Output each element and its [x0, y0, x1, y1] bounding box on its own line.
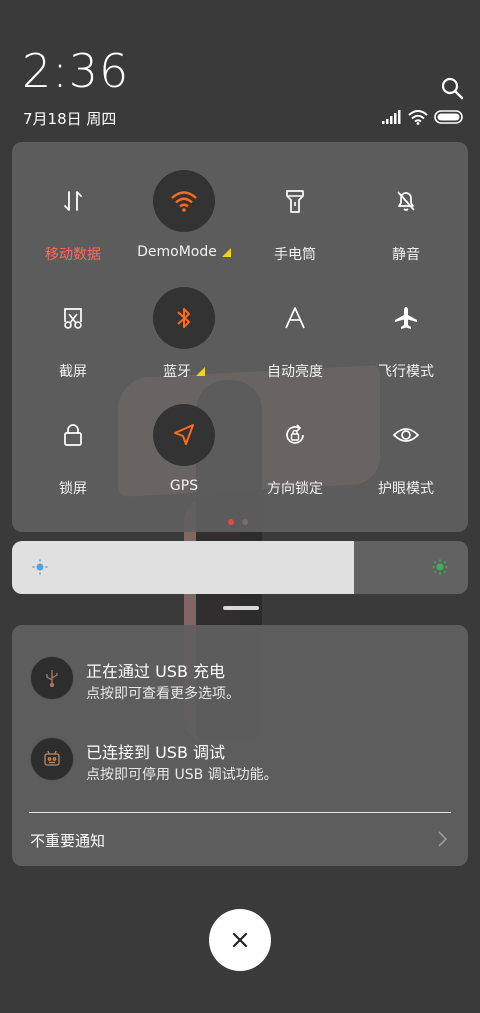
tile-label: 蓝牙 — [163, 364, 191, 380]
tile-label: 方向锁定 — [267, 481, 323, 497]
status-icons — [382, 108, 464, 126]
flashlight-icon — [264, 170, 326, 232]
lock-icon — [42, 404, 104, 466]
close-icon — [232, 932, 248, 948]
tile-wifi[interactable]: DemoMode — [128, 170, 240, 280]
auto-brightness-icon — [264, 287, 326, 349]
tile-label: 自动亮度 — [267, 364, 323, 380]
tile-label: 静音 — [392, 247, 420, 263]
notification-subtitle: 点按即可查看更多选项。 — [86, 686, 240, 702]
tile-label-row: 蓝牙 — [163, 361, 205, 381]
status-header: 2:36 7月18日 周四 — [0, 0, 480, 140]
chevron-right-icon[interactable] — [436, 829, 448, 853]
tile-lock-screen[interactable]: 锁屏 — [17, 404, 129, 514]
notification-title: 已连接到 USB 调试 — [86, 743, 226, 762]
date: 7月18日 周四 — [23, 110, 117, 128]
tile-label: 移动数据 — [45, 247, 101, 263]
airplane-icon — [375, 287, 437, 349]
notification-usb-debugging[interactable]: 已连接到 USB 调试 点按即可停用 USB 调试功能。 — [30, 737, 450, 787]
tile-flashlight[interactable]: 手电筒 — [239, 170, 351, 280]
search-icon[interactable] — [440, 76, 464, 100]
eye-icon — [375, 404, 437, 466]
location-arrow-icon — [153, 404, 215, 466]
page-indicator — [228, 519, 248, 525]
tile-label: 锁屏 — [59, 481, 87, 497]
rotation-lock-icon — [264, 404, 326, 466]
signal-icon — [382, 110, 401, 124]
quick-settings-panel: 移动数据 DemoMode 手电筒 静音 截屏 蓝牙 自动亮度 飞行模式 锁屏 … — [12, 142, 468, 532]
tile-label: 护眼模式 — [378, 481, 434, 497]
tile-auto-brightness[interactable]: 自动亮度 — [239, 287, 351, 397]
notification-subtitle: 点按即可停用 USB 调试功能。 — [86, 767, 278, 783]
tile-eye-comfort[interactable]: 护眼模式 — [350, 404, 462, 514]
tile-airplane[interactable]: 飞行模式 — [350, 287, 462, 397]
tile-bluetooth[interactable]: 蓝牙 — [128, 287, 240, 397]
tile-silent[interactable]: 静音 — [350, 170, 462, 280]
tile-label-row: DemoMode — [137, 244, 231, 260]
brightness-slider[interactable] — [12, 541, 468, 594]
tile-screenshot[interactable]: 截屏 — [17, 287, 129, 397]
clock: 2:36 — [22, 44, 130, 98]
page-dot[interactable] — [242, 519, 248, 525]
notification-panel: 正在通过 USB 充电 点按即可查看更多选项。 已连接到 USB 调试 点按即可… — [12, 625, 468, 866]
drag-handle[interactable] — [223, 606, 259, 610]
usb-icon — [30, 656, 74, 700]
unimportant-notifications-link[interactable]: 不重要通知 — [30, 830, 105, 851]
expand-triangle-icon[interactable] — [221, 247, 231, 257]
bluetooth-icon — [153, 287, 215, 349]
tile-label: GPS — [169, 478, 199, 494]
tile-label: 手电筒 — [274, 247, 316, 263]
notification-title: 正在通过 USB 充电 — [86, 662, 226, 681]
bell-off-icon — [375, 170, 437, 232]
wifi-status-icon — [408, 109, 428, 125]
tile-label: DemoMode — [137, 244, 217, 260]
brightness-high-icon — [432, 559, 448, 579]
tile-label: 飞行模式 — [378, 364, 434, 380]
tile-gps[interactable]: GPS — [128, 404, 240, 514]
tile-label: 截屏 — [59, 364, 87, 380]
screenshot-icon — [42, 287, 104, 349]
tile-mobile-data[interactable]: 移动数据 — [17, 170, 129, 280]
battery-icon — [434, 110, 463, 124]
brightness-low-icon — [32, 559, 48, 579]
wifi-icon — [153, 170, 215, 232]
page-dot-active[interactable] — [228, 519, 234, 525]
brightness-fill — [12, 541, 354, 594]
divider — [29, 812, 451, 813]
debug-robot-icon — [30, 737, 74, 781]
clear-all-button[interactable] — [209, 909, 271, 971]
tile-rotation-lock[interactable]: 方向锁定 — [239, 404, 351, 514]
mobile-data-icon — [42, 170, 104, 232]
notification-usb-charging[interactable]: 正在通过 USB 充电 点按即可查看更多选项。 — [30, 656, 450, 706]
expand-triangle-icon[interactable] — [196, 366, 205, 376]
